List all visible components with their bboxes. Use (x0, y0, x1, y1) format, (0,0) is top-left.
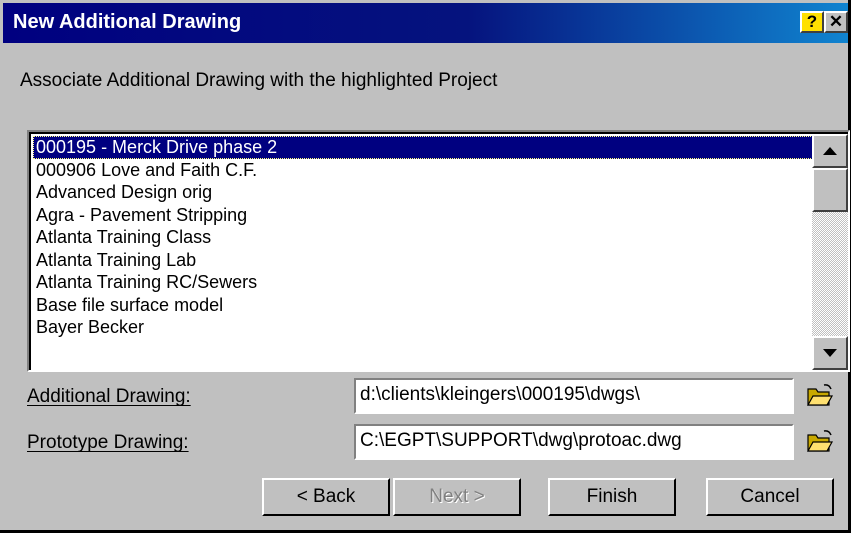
open-folder-icon (806, 430, 834, 452)
list-item[interactable]: Atlanta Training Lab (33, 249, 813, 272)
cancel-button[interactable]: Cancel (706, 478, 834, 516)
list-item[interactable]: Agra - Pavement Stripping (33, 204, 813, 227)
finish-button[interactable]: Finish (548, 478, 676, 516)
dialog-title: New Additional Drawing (13, 11, 242, 33)
list-item[interactable]: 000195 - Merck Drive phase 2 (33, 136, 813, 159)
vertical-scrollbar[interactable] (812, 134, 848, 370)
triangle-up-icon (823, 147, 837, 155)
title-bar[interactable]: New Additional Drawing ? ✕ (3, 3, 848, 43)
project-listbox[interactable]: 000195 - Merck Drive phase 2 000906 Love… (27, 130, 850, 372)
help-icon: ? (806, 12, 818, 31)
list-item[interactable]: 000906 Love and Faith C.F. (33, 159, 813, 182)
instruction-text: Associate Additional Drawing with the hi… (20, 70, 498, 91)
close-button[interactable]: ✕ (824, 11, 848, 33)
project-list: 000195 - Merck Drive phase 2 000906 Love… (33, 136, 813, 339)
help-button[interactable]: ? (800, 11, 824, 33)
list-item[interactable]: Advanced Design orig (33, 181, 813, 204)
list-item[interactable]: Atlanta Training Class (33, 226, 813, 249)
additional-drawing-field[interactable]: d:\clients\kleingers\000195\dwgs\ (354, 378, 794, 414)
list-item[interactable]: Base file surface model (33, 294, 813, 317)
additional-drawing-label: Additional Drawing: (27, 386, 191, 407)
open-folder-icon (806, 384, 834, 406)
triangle-down-icon (823, 349, 837, 357)
back-button[interactable]: < Back (262, 478, 390, 516)
list-item[interactable]: Atlanta Training RC/Sewers (33, 271, 813, 294)
close-icon: ✕ (828, 12, 844, 31)
scroll-up-button[interactable] (812, 134, 848, 168)
scroll-thumb[interactable] (812, 168, 848, 212)
scroll-down-button[interactable] (812, 336, 848, 370)
browse-additional-button[interactable] (806, 383, 834, 409)
browse-prototype-button[interactable] (806, 429, 834, 455)
prototype-drawing-field[interactable]: C:\EGPT\SUPPORT\dwg\protoac.dwg (354, 424, 794, 460)
list-item[interactable]: Bayer Becker (33, 316, 813, 339)
prototype-drawing-label: Prototype Drawing: (27, 432, 189, 453)
next-button[interactable]: Next > (393, 478, 521, 516)
new-additional-drawing-dialog: New Additional Drawing ? ✕ Associate Add… (0, 0, 851, 533)
